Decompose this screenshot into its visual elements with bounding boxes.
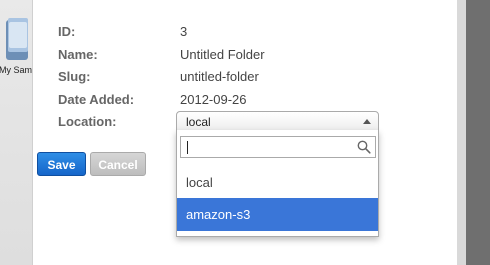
slug-label: Slug:: [58, 69, 91, 84]
cancel-button[interactable]: Cancel: [90, 152, 146, 176]
text-cursor: [187, 141, 188, 154]
name-label: Name:: [58, 47, 98, 62]
location-dropdown: local amazon-s3: [176, 130, 379, 237]
date-added-label: Date Added:: [58, 92, 135, 107]
dropdown-option-local[interactable]: local: [177, 166, 378, 199]
desktop-icon-label: My Sam: [0, 65, 33, 75]
search-icon: [357, 140, 371, 154]
name-value: Untitled Folder: [180, 47, 265, 62]
dropdown-option-amazon-s3[interactable]: amazon-s3: [177, 198, 378, 231]
location-search-input[interactable]: [181, 137, 357, 157]
location-search-field[interactable]: [180, 136, 376, 158]
location-label: Location:: [58, 114, 117, 129]
overlay-edge-inner: [457, 0, 466, 265]
folder-icon[interactable]: [4, 12, 28, 60]
location-select[interactable]: local: [176, 111, 379, 131]
overlay-edge: [457, 0, 490, 265]
location-select-value: local: [186, 115, 211, 129]
save-button[interactable]: Save: [37, 152, 86, 176]
chevron-up-icon: [363, 119, 371, 124]
id-label: ID:: [58, 24, 76, 39]
id-value: 3: [180, 24, 188, 39]
slug-value: untitled-folder: [180, 69, 259, 84]
date-added-value: 2012-09-26: [180, 92, 247, 107]
